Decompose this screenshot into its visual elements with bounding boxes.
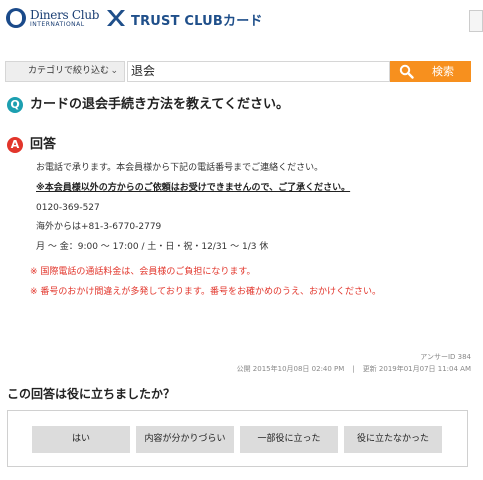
diners-club-mark-icon	[6, 8, 26, 28]
feedback-not-helpful-button[interactable]: 役に立たなかった	[344, 426, 442, 453]
trust-club-name: TRUST CLUBカード	[131, 14, 263, 29]
answer-note-wrong-number: ※ 番号のおかけ間違えが多発しております。番号をお確かめのうえ、おかけください。	[30, 287, 381, 297]
scrollbar[interactable]	[469, 10, 483, 32]
answer-id: アンサーID 384	[420, 353, 471, 361]
diners-club-subtitle: INTERNATIONAL	[30, 21, 85, 28]
feedback-title: この回答は役に立ちましたか？	[7, 387, 176, 401]
date-separator: |	[352, 365, 355, 373]
feedback-panel: はい 内容が分かりづらい 一部役に立った 役に立たなかった	[7, 410, 468, 467]
search-bar: カテゴリで絞り込む ⌄ 退会 検索	[5, 61, 471, 82]
feedback-yes-button[interactable]: はい	[32, 426, 130, 453]
answer-phone-domestic: 0120-369-527	[36, 203, 100, 213]
category-filter-label: カテゴリで絞り込む	[28, 66, 110, 76]
diners-club-logo[interactable]: Diners Club INTERNATIONAL	[6, 8, 100, 30]
feedback-unclear-button[interactable]: 内容が分かりづらい	[136, 426, 234, 453]
site-header: Diners Club INTERNATIONAL TRUST CLUBカード	[0, 0, 483, 36]
search-icon	[399, 64, 414, 79]
updated-date: 更新 2019年01月07日 11:04 AM	[362, 365, 471, 373]
answer-dates: 公開 2015年10月08日 02:40 PM | 更新 2019年01月07日 1…	[237, 364, 471, 374]
answer-notice: ※本会員様以外の方からのご依頼はお受けできませんので、ご了承ください。	[36, 183, 351, 193]
question-heading: Q カードの退会手続き方法を教えてください。	[7, 96, 477, 116]
search-input[interactable]: 退会	[127, 61, 390, 82]
category-filter-select[interactable]: カテゴリで絞り込む ⌄	[5, 61, 125, 82]
feedback-partly-helpful-button[interactable]: 一部役に立った	[240, 426, 338, 453]
answer-title: 回答	[30, 137, 57, 152]
trust-club-mark-icon	[107, 10, 125, 26]
search-button[interactable]: 検索	[390, 61, 471, 82]
question-text: カードの退会手続き方法を教えてください。	[30, 97, 289, 112]
answer-badge-icon: A	[7, 137, 23, 153]
search-button-label: 検索	[432, 65, 454, 78]
answer-note-call-charge: ※ 国際電話の通話料金は、会員様のご負担になります。	[30, 267, 256, 277]
published-date: 公開 2015年10月08日 02:40 PM	[236, 365, 345, 373]
chevron-down-icon: ⌄	[110, 66, 118, 76]
answer-hours: 月 ～ 金：9:00 ～ 17:00 / 土・日・祝・12/31 ～ 1/3 休	[36, 242, 269, 252]
answer-heading: A 回答	[7, 136, 207, 156]
answer-intro: お電話で承ります。本会員様から下記の電話番号までご連絡ください。	[36, 163, 324, 173]
question-badge-icon: Q	[7, 97, 23, 113]
diners-club-name: Diners Club	[30, 8, 100, 22]
answer-phone-overseas: 海外からは+81-3-6770-2779	[36, 222, 162, 232]
